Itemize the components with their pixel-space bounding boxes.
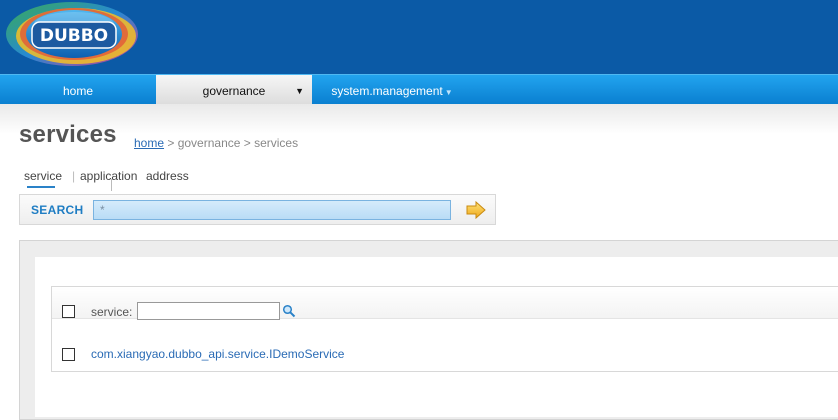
nav-item-home[interactable]: home <box>0 75 156 105</box>
search-input[interactable] <box>93 200 451 220</box>
breadcrumb-home-link[interactable]: home <box>134 136 164 150</box>
tab-application[interactable]: application <box>80 169 137 183</box>
table-row: com.xiangyao.dubbo_api.service.IDemoServ… <box>52 337 838 369</box>
tab-service[interactable]: service <box>24 169 63 188</box>
dubbo-logo[interactable]: DUBBO <box>2 0 144 74</box>
caret-down-icon: ▼ <box>295 86 304 96</box>
nav-item-governance-label: governance <box>202 84 266 98</box>
nav-item-governance[interactable]: governance ▼ <box>156 75 312 105</box>
tab-service-label: service <box>24 169 63 183</box>
search-bar: SEARCH <box>19 194 496 225</box>
tab-address[interactable]: address <box>146 169 189 183</box>
nav-item-home-label: home <box>62 84 94 98</box>
nav-item-system-management[interactable]: system.management ▼ <box>312 75 472 105</box>
logo-text: DUBBO <box>40 26 108 46</box>
breadcrumb: home > governance > services <box>134 136 298 150</box>
tab-divider <box>111 179 112 191</box>
services-table: service: com.xiangyao.dubbo_api.service.… <box>51 286 838 372</box>
tab-application-label: application <box>80 169 138 183</box>
nav-item-system-management-label: system.management <box>331 84 443 98</box>
service-link[interactable]: com.xiangyao.dubbo_api.service.IDemoServ… <box>91 347 344 361</box>
magnifier-icon[interactable] <box>282 304 296 318</box>
header: DUBBO <box>0 0 838 74</box>
select-all-checkbox[interactable] <box>62 305 75 318</box>
tab-address-label: address <box>146 169 189 183</box>
row-checkbox[interactable] <box>62 348 75 361</box>
tab-separator: | <box>72 169 76 183</box>
service-filter-label: service: <box>91 305 133 319</box>
service-filter-input[interactable] <box>137 302 280 320</box>
search-label: SEARCH <box>31 203 84 217</box>
page-title: services <box>19 121 117 148</box>
caret-down-icon: ▼ <box>444 88 453 97</box>
main-nav: home governance ▼ system.management ▼ <box>0 74 838 105</box>
active-tab-indicator <box>27 186 55 188</box>
breadcrumb-trail: > governance > services <box>164 136 299 150</box>
arrow-right-icon[interactable] <box>466 200 486 220</box>
table-header: service: <box>52 287 838 320</box>
